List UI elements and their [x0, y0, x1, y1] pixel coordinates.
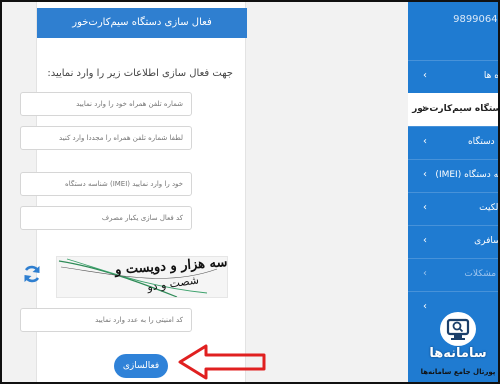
- logo-title: سامانه‌ها: [429, 346, 487, 361]
- sidebar-item-label: ت دستگاه: [467, 137, 498, 147]
- background-gap: [246, 2, 408, 382]
- chevron-icon: ‹: [422, 103, 427, 114]
- refresh-captcha-icon[interactable]: [22, 264, 42, 284]
- samaneha-logo: سامانه‌ها پورتال جامع سامانه‌ها: [420, 312, 496, 382]
- annotation-arrow-icon: [178, 344, 266, 380]
- captcha-image: سه هزار و دویست و شصت و دو: [56, 256, 228, 298]
- chevron-icon: ›: [423, 70, 427, 81]
- captcha-input[interactable]: [20, 308, 192, 332]
- sidebar-item-label: مالکیت: [479, 203, 498, 213]
- activate-button[interactable]: فعالسازی: [114, 354, 168, 378]
- sidebar-item-label: گاه ها: [483, 71, 498, 81]
- activation-code-input[interactable]: [20, 206, 192, 230]
- sidebar-item-ownership[interactable]: مالکیت ›: [408, 192, 498, 225]
- phone-input[interactable]: [20, 92, 192, 116]
- phone-repeat-input[interactable]: [20, 126, 192, 150]
- monitor-search-icon: [440, 312, 476, 346]
- logo-subtitle: پورتال جامع سامانه‌ها: [420, 368, 496, 376]
- sidebar-item-sim-device[interactable]: دستگاه سیم‌کارت‌خور ‹: [408, 93, 498, 126]
- sidebar-item-label: سه دستگاه (IMEI): [435, 170, 498, 180]
- chevron-icon: ›: [423, 169, 427, 180]
- sidebar-phone-number: 98990641: [453, 14, 498, 25]
- chevron-icon: ›: [423, 301, 427, 312]
- sidebar-item-imei[interactable]: سه دستگاه (IMEI) ›: [408, 159, 498, 192]
- sidebar-item-label: مسافری: [474, 236, 498, 246]
- chevron-icon: ›: [423, 268, 427, 279]
- sidebar-item-problems[interactable]: ی مشکلات ›: [408, 258, 498, 291]
- sidebar-item-device-status[interactable]: ت دستگاه ›: [408, 126, 498, 159]
- imei-input[interactable]: [20, 172, 192, 196]
- sidebar-item-traveler[interactable]: مسافری ›: [408, 225, 498, 258]
- chevron-icon: ›: [423, 235, 427, 246]
- form-instructions: جهت فعال سازی اطلاعات زیر را وارد نمایید…: [47, 68, 233, 79]
- chevron-icon: ›: [423, 136, 427, 147]
- sidebar-item-devices[interactable]: گاه ها ›: [408, 60, 498, 93]
- form-title: فعال سازی دستگاه سیم‌کارت‌خور: [37, 8, 247, 38]
- chevron-icon: ›: [423, 202, 427, 213]
- sidebar-item-label: ی مشکلات: [464, 269, 498, 279]
